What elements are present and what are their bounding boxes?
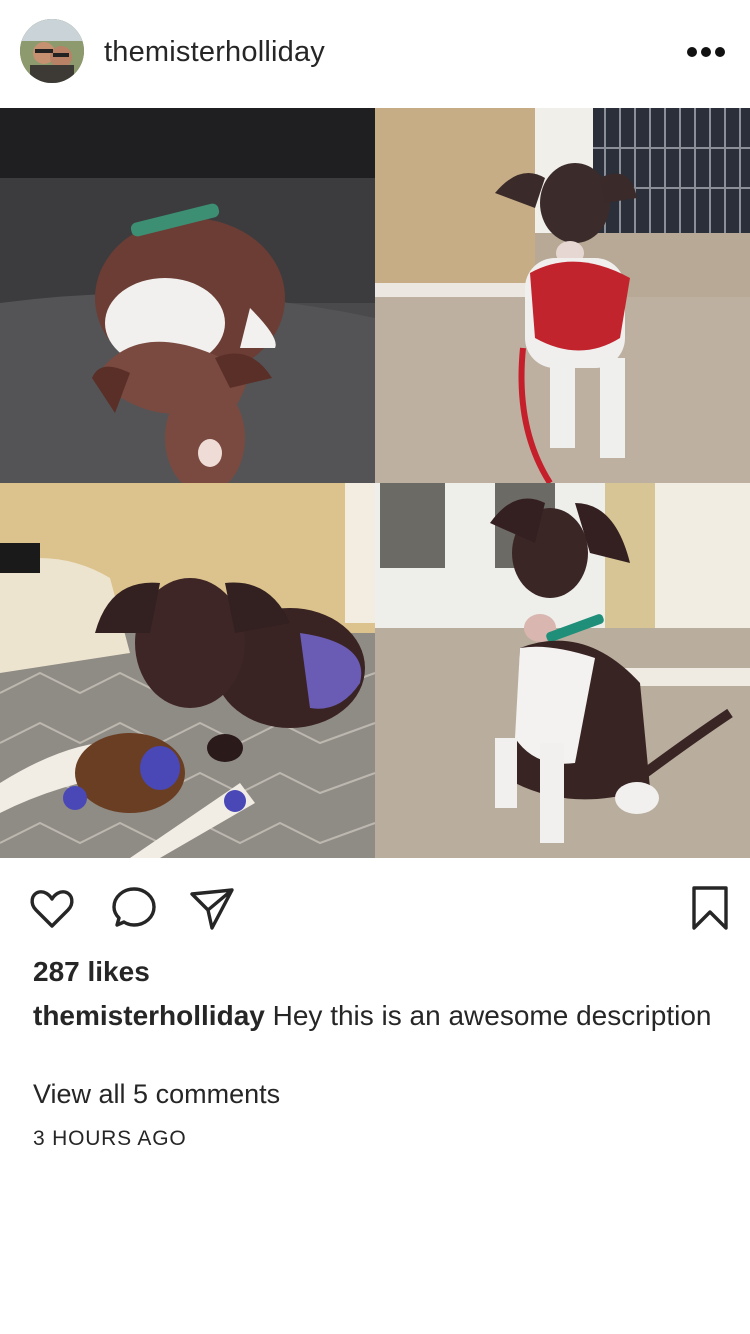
- ellipsis-icon: [687, 47, 697, 57]
- photo-puppy-sitting: [375, 483, 750, 858]
- photo-puppy-on-chair: [0, 108, 375, 483]
- paper-plane-icon[interactable]: [188, 884, 236, 932]
- post-action-bar: [0, 858, 750, 958]
- post-header: themisterholliday: [0, 0, 750, 108]
- bookmark-icon[interactable]: [686, 884, 734, 932]
- post-photo-collage[interactable]: [0, 108, 750, 858]
- caption-text: Hey this is an awesome description: [272, 1000, 712, 1031]
- like-count[interactable]: 287 likes: [33, 954, 150, 990]
- post-timestamp: 3 HOURS AGO: [33, 1127, 187, 1150]
- post-caption: themisterholliday Hey this is an awesome…: [33, 998, 713, 1034]
- comment-bubble-icon[interactable]: [110, 884, 158, 932]
- photo-puppy-red-harness: [375, 108, 750, 483]
- photo-puppy-with-toy: [0, 483, 375, 858]
- avatar-image: [20, 19, 84, 83]
- heart-icon[interactable]: [28, 884, 76, 932]
- ellipsis-icon: [715, 47, 725, 57]
- post-username[interactable]: themisterholliday: [104, 34, 325, 70]
- more-options-button[interactable]: [680, 36, 732, 68]
- caption-username[interactable]: themisterholliday: [33, 1000, 265, 1031]
- ellipsis-icon: [701, 47, 711, 57]
- view-comments-link[interactable]: View all 5 comments: [33, 1076, 280, 1112]
- avatar[interactable]: [20, 19, 84, 83]
